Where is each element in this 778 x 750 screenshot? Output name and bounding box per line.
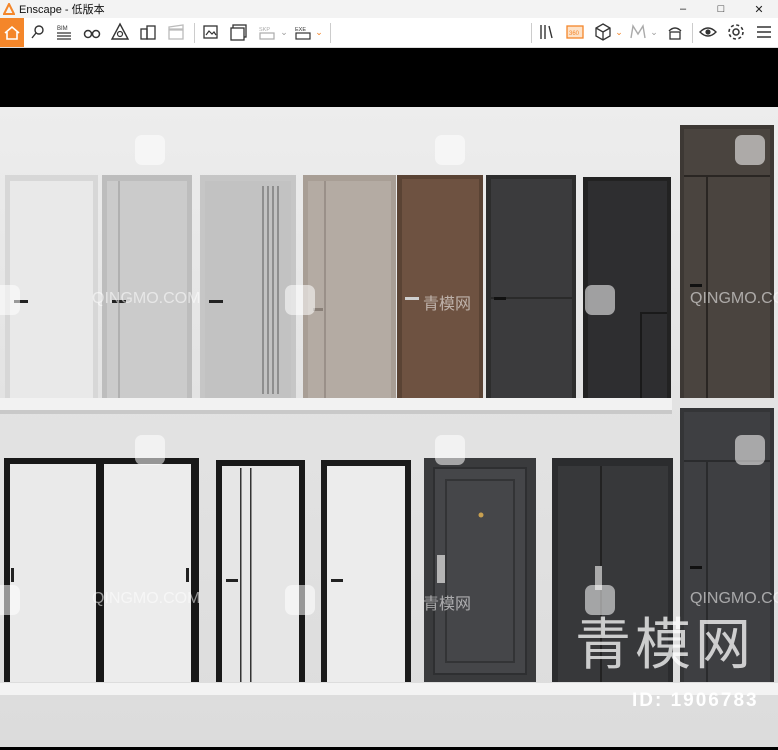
batch-export-icon (230, 24, 247, 41)
chevron-down-icon: ⌄ (650, 26, 658, 37)
door-light-grey (102, 175, 192, 398)
menu-icon (757, 26, 771, 38)
upper-shelf (0, 398, 672, 410)
double-door-white (4, 458, 199, 682)
buildings-button[interactable] (136, 20, 160, 44)
more-button[interactable] (752, 20, 776, 44)
svg-text:BIM: BIM (57, 26, 68, 32)
material-icon (630, 24, 646, 39)
upload-button[interactable] (663, 20, 687, 44)
binoculars-icon (83, 29, 101, 39)
bim-icon: BIM (57, 26, 71, 40)
door-grey-grooved (200, 175, 296, 398)
watermark-logo (135, 135, 165, 165)
door-dark-wood-tall (680, 125, 774, 398)
door-white-slim-lines (216, 460, 305, 682)
export-image-button[interactable] (199, 20, 223, 44)
asset-library-icon (540, 25, 553, 39)
skp-dropdown-button[interactable]: ⌄ (279, 20, 289, 44)
door-white-plain (321, 460, 411, 682)
exe-dropdown-button[interactable]: ⌄ (314, 20, 324, 44)
watermark-text: 青模网 (423, 596, 472, 613)
clapper-button[interactable] (164, 20, 188, 44)
batch-export-button[interactable] (227, 20, 251, 44)
watermark-logo (0, 585, 20, 615)
door-taupe (303, 175, 396, 398)
toolbar-separator (194, 23, 195, 43)
bim-button[interactable]: BIM (52, 20, 76, 44)
upper-shelf-edge (0, 410, 672, 414)
material-dropdown-button[interactable]: ⌄ (649, 20, 659, 44)
watermark-text: QINGMO.COM (92, 290, 201, 307)
visibility-button[interactable] (696, 20, 720, 44)
watermark-logo (285, 285, 315, 315)
svg-text:EXE: EXE (295, 27, 306, 33)
exe-export-button[interactable]: EXE (291, 20, 315, 44)
watermark-text: QINGMO.COM (92, 590, 201, 607)
panorama-icon: 360 (566, 25, 584, 39)
security-door-grey (424, 458, 536, 682)
window-title: Enscape - 低版本 (19, 4, 105, 16)
gear-icon (728, 24, 744, 40)
watermark-logo (285, 585, 315, 615)
watermark-logo (735, 435, 765, 465)
chevron-down-icon: ⌄ (315, 26, 323, 37)
main-toolbar: BIM SKP ⌄ EXE ⌄ ︿ 360 ⌄ ⌄ (0, 18, 778, 69)
skp-export-button[interactable]: SKP (255, 20, 279, 44)
id-watermark: ID: 1906783 (632, 690, 759, 711)
chevron-down-icon: ⌄ (280, 26, 288, 37)
svg-text:360: 360 (569, 31, 580, 37)
export-image-icon (203, 25, 218, 39)
enscape-logo-icon (3, 3, 15, 15)
minimize-button[interactable]: – (664, 0, 702, 18)
atlas-icon (110, 22, 130, 40)
door-walnut (397, 175, 483, 398)
clapperboard-icon (168, 24, 184, 40)
cube-icon (595, 23, 611, 41)
buildings-icon (140, 25, 156, 40)
toolbar-separator (692, 23, 693, 43)
home-button[interactable] (0, 18, 24, 47)
skp-export-icon: SKP (259, 27, 275, 40)
chevron-down-icon: ⌄ (615, 26, 623, 37)
location-button[interactable] (26, 20, 50, 44)
binoculars-button[interactable] (80, 20, 104, 44)
door-white (5, 175, 98, 398)
close-button[interactable]: ✕ (740, 0, 778, 18)
exe-export-icon: EXE (295, 27, 311, 40)
eye-icon (699, 27, 717, 37)
watermark-logo (585, 285, 615, 315)
material-button[interactable] (626, 20, 650, 44)
watermark-text: 青模网 (423, 296, 472, 313)
watermark-logo (0, 285, 20, 315)
cube-dropdown-button[interactable]: ⌄ (614, 20, 624, 44)
cube-button[interactable] (591, 20, 615, 44)
toolbar-separator (330, 23, 331, 43)
atlas-button[interactable] (108, 20, 132, 44)
maximize-button[interactable]: □ (702, 0, 740, 18)
watermark-logo (735, 135, 765, 165)
upload-icon (668, 27, 682, 40)
home-icon (4, 25, 20, 40)
door-dark-grey (486, 175, 576, 398)
brand-watermark: 青模网 (575, 613, 755, 678)
watermark-text: QINGMO.COM (690, 290, 778, 307)
watermark-logo (135, 435, 165, 465)
panorama-button[interactable]: 360 (563, 20, 587, 44)
watermark-logo (435, 435, 465, 465)
map-pin-icon (31, 25, 44, 39)
asset-library-button[interactable] (535, 20, 559, 44)
title-bar: Enscape - 低版本 – □ ✕ (0, 0, 778, 18)
watermark-logo (435, 135, 465, 165)
svg-text:SKP: SKP (259, 27, 270, 33)
toolbar-separator (531, 23, 532, 43)
settings-button[interactable] (724, 20, 748, 44)
